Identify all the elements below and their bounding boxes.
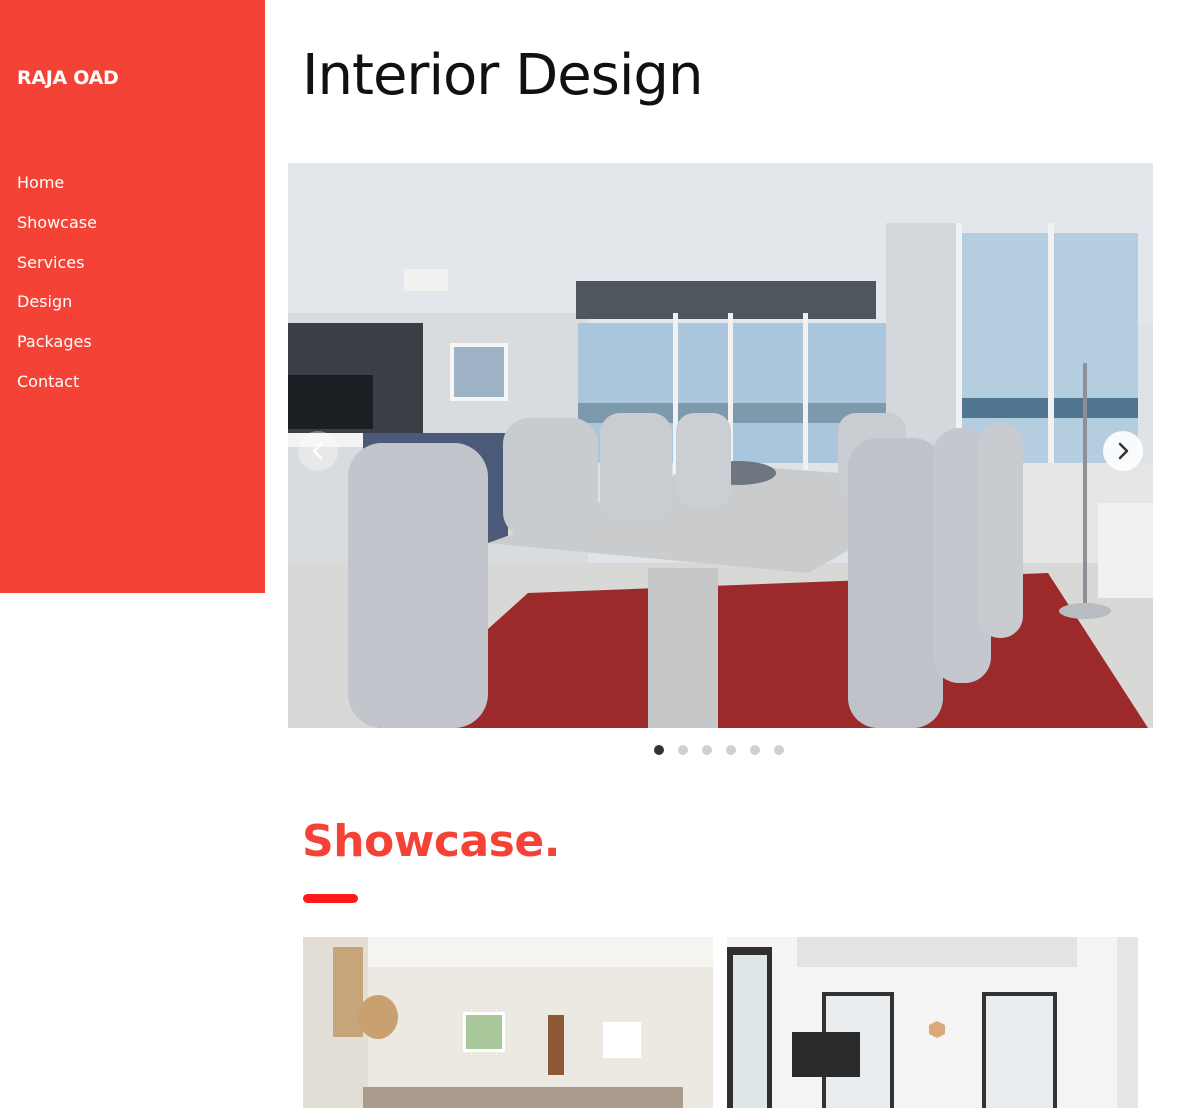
sidebar: RAJA OAD Home Showcase Services Design P… (0, 0, 265, 593)
carousel-dot-5[interactable] (750, 745, 760, 755)
chevron-left-icon (312, 442, 323, 460)
image-carousel[interactable] (288, 163, 1153, 728)
showcase-image-1[interactable] (303, 937, 713, 1108)
carousel-dot-4[interactable] (726, 745, 736, 755)
carousel-dot-3[interactable] (702, 745, 712, 755)
nav-link-services[interactable]: Services (17, 252, 84, 274)
sidebar-item-home: Home (17, 172, 97, 212)
carousel-dot-6[interactable] (774, 745, 784, 755)
showcase-image-2[interactable] (727, 937, 1138, 1108)
carousel-slide-image (288, 163, 1153, 728)
chevron-right-icon (1118, 442, 1129, 460)
brand-logo[interactable]: RAJA OAD (17, 67, 119, 89)
sidebar-item-design: Design (17, 291, 97, 331)
nav-link-contact[interactable]: Contact (17, 371, 79, 393)
showcase-divider (303, 894, 358, 903)
nav-link-design[interactable]: Design (17, 291, 72, 313)
page-title: Interior Design (302, 43, 703, 108)
carousel-pagination (654, 745, 784, 755)
sidebar-item-showcase: Showcase (17, 212, 97, 252)
carousel-next-button[interactable] (1103, 431, 1143, 471)
showcase-image-2-picture (727, 937, 1138, 1108)
nav-link-home[interactable]: Home (17, 172, 64, 194)
carousel-prev-button[interactable] (298, 431, 338, 471)
carousel-dot-2[interactable] (678, 745, 688, 755)
showcase-image-1-picture (303, 937, 713, 1108)
sidebar-item-contact: Contact (17, 371, 97, 411)
nav-link-packages[interactable]: Packages (17, 331, 92, 353)
sidebar-item-services: Services (17, 252, 97, 292)
sidebar-nav: Home Showcase Services Design Packages C… (17, 172, 97, 411)
nav-link-showcase[interactable]: Showcase (17, 212, 97, 234)
sidebar-item-packages: Packages (17, 331, 97, 371)
carousel-dot-1[interactable] (654, 745, 664, 755)
showcase-title: Showcase. (302, 816, 560, 867)
